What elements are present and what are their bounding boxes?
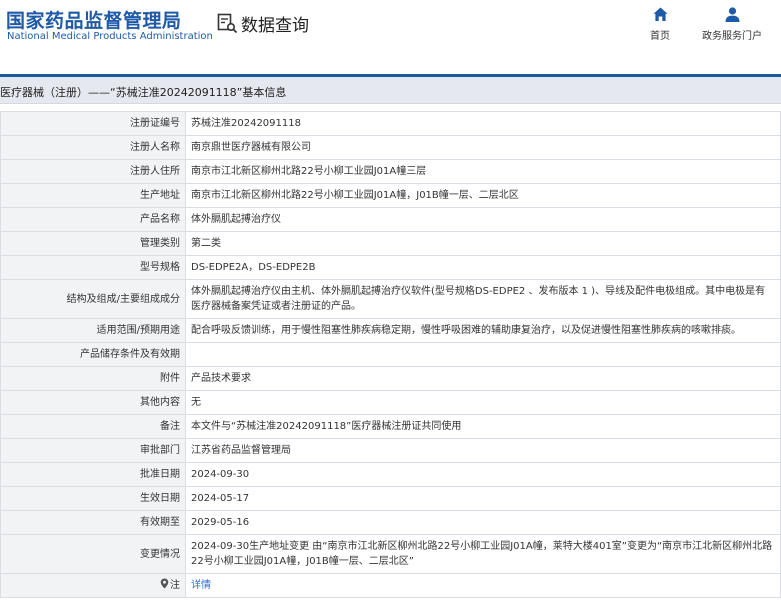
detail-table: 注册证编号 苏械注准20242091118 注册人名称 南京鼎世医疗器械有限公司 注册人… [0,111,781,598]
field-label: 附件 [0,366,186,391]
field-label: 审批部门 [0,438,186,463]
site-header: 国家药品监督管理局 National Medical Products Admi… [0,0,781,74]
field-label: 管理类别 [0,231,186,256]
field-label: 产品名称 [0,207,186,232]
note-value-cell: 详情 [185,573,781,598]
field-value: 2024-09-30生产地址变更 由“南京市江北新区柳州北路22号小柳工业园J0… [185,534,781,574]
field-value: 南京鼎世医疗器械有限公司 [185,135,781,160]
home-icon [653,7,667,21]
field-value: 2024-05-17 [185,486,781,511]
field-value: 体外膈肌起搏治疗仪由主机、体外膈肌起搏治疗仪软件(型号规格DS-EDPE2 、发… [185,279,781,319]
field-value: 南京市江北新区柳州北路22号小柳工业园J01A幢，J01B幢一层、二层北区 [185,183,781,208]
details-link[interactable]: 详情 [191,580,211,591]
table-row: 审批部门 江苏省药品监督管理局 [0,438,781,463]
field-label: 生效日期 [0,486,186,511]
user-icon [725,7,739,22]
field-value: 南京市江北新区柳州北路22号小柳工业园J01A幢三层 [185,159,781,184]
table-row: 型号规格 DS-EDPE2A，DS-EDPE2B [0,255,781,280]
field-value: 配合呼吸反馈训练，用于慢性阻塞性肺疾病稳定期，慢性呼吸困难的辅助康复治疗，以及促… [185,318,781,343]
field-label: 备注 [0,414,186,439]
data-query-label: 数据查询 [241,15,309,36]
table-row: 适用范围/预期用途 配合呼吸反馈训练，用于慢性阻塞性肺疾病稳定期，慢性呼吸困难的辅… [0,318,781,343]
table-row: 管理类别 第二类 [0,231,781,256]
table-row: 批准日期 2024-09-30 [0,462,781,487]
table-row: 注册人住所 南京市江北新区柳州北路22号小柳工业园J01A幢三层 [0,159,781,184]
field-value: 苏械注准20242091118 [185,111,781,136]
field-value: 2024-09-30 [185,462,781,487]
table-row: 变更情况 2024-09-30生产地址变更 由“南京市江北新区柳州北路22号小柳工… [0,534,781,574]
table-row: 产品名称 体外膈肌起搏治疗仪 [0,207,781,232]
nav-home[interactable]: 首页 [650,6,670,42]
field-label: 适用范围/预期用途 [0,318,186,343]
field-label: 产品储存条件及有效期 [0,342,186,367]
field-value: 体外膈肌起搏治疗仪 [185,207,781,232]
table-row: 结构及组成/主要组成成分 体外膈肌起搏治疗仪由主机、体外膈肌起搏治疗仪软件(型号规… [0,279,781,319]
table-row: 有效期至 2029-05-16 [0,510,781,535]
breadcrumb: 医疗器械（注册）——“苏械注准20242091118”基本信息 [0,86,287,99]
table-row: 备注 本文件与“苏械注准20242091118”医疗器械注册证共同使用 [0,414,781,439]
data-query-title[interactable]: 数据查询 [216,11,309,36]
document-search-icon [217,13,238,34]
nav-gov-label: 政务服务门户 [702,31,762,42]
table-row: 生产地址 南京市江北新区柳州北路22号小柳工业园J01A幢，J01B幢一层、二层北… [0,183,781,208]
field-label: 型号规格 [0,255,186,280]
field-value: 第二类 [185,231,781,256]
table-row: 附件 产品技术要求 [0,366,781,391]
field-label: 其他内容 [0,390,186,415]
note-label-cell: 注 [0,573,186,598]
field-label: 变更情况 [0,534,186,574]
table-row-note: 注详情 [0,573,781,598]
field-label: 批准日期 [0,462,186,487]
table-row: 其他内容无 [0,390,781,415]
field-label: 注册人名称 [0,135,186,160]
field-value: 本文件与“苏械注准20242091118”医疗器械注册证共同使用 [185,414,781,439]
field-label: 生产地址 [0,183,186,208]
field-value: 江苏省药品监督管理局 [185,438,781,463]
table-row: 注册人名称 南京鼎世医疗器械有限公司 [0,135,781,160]
nav-home-label: 首页 [650,31,670,42]
table-row: 注册证编号 苏械注准20242091118 [0,111,781,136]
breadcrumb-bar: 医疗器械（注册）——“苏械注准20242091118”基本信息 [0,77,781,104]
field-value: 产品技术要求 [185,366,781,391]
table-row: 生效日期 2024-05-17 [0,486,781,511]
note-label: 注 [170,580,180,591]
table-row: 产品储存条件及有效期 [0,342,781,367]
field-label: 结构及组成/主要组成成分 [0,279,186,319]
field-label: 注册证编号 [0,111,186,136]
field-value: 无 [185,390,781,415]
field-value: 2029-05-16 [185,510,781,535]
field-label: 有效期至 [0,510,186,535]
nav-gov-portal[interactable]: 政务服务门户 [702,6,762,42]
site-logo-cn[interactable]: 国家药品监督管理局 [6,6,182,33]
site-logo-en[interactable]: National Medical Products Administration [7,31,213,42]
field-value [185,342,781,367]
field-label: 注册人住所 [0,159,186,184]
field-value: DS-EDPE2A，DS-EDPE2B [185,255,781,280]
location-pin-icon [160,578,169,589]
